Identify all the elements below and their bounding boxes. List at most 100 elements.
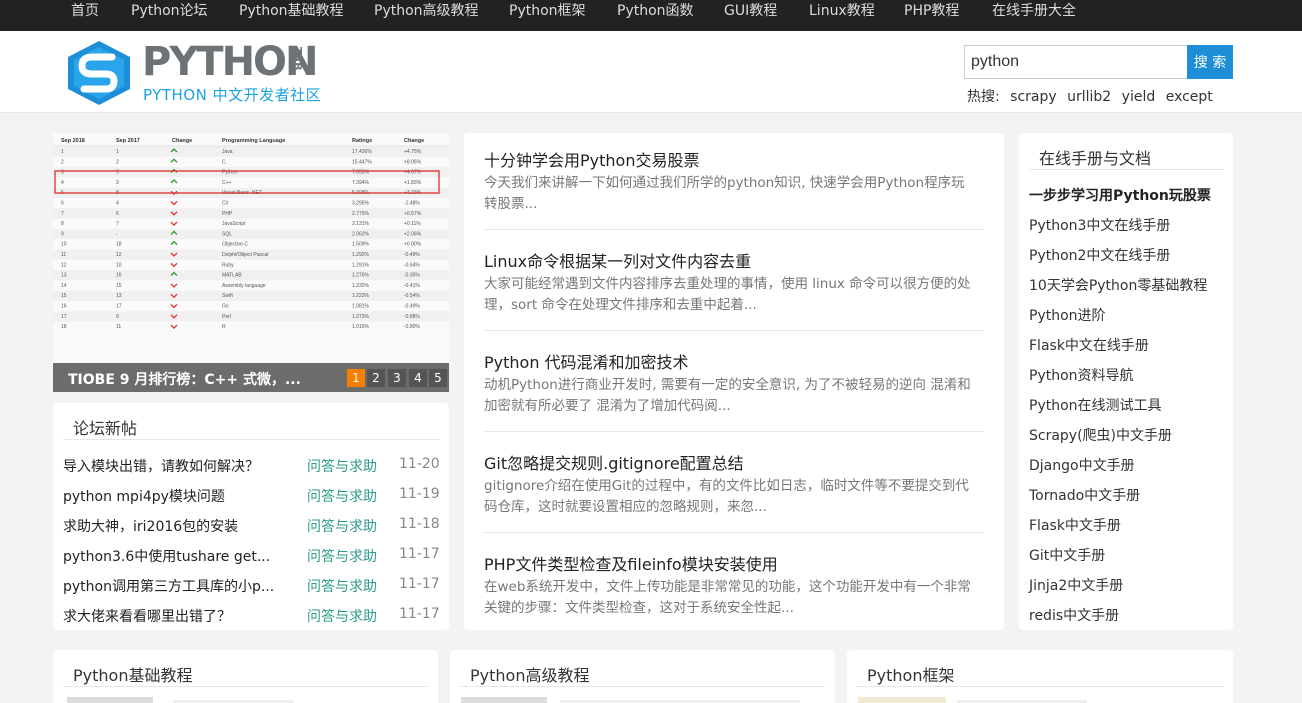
article-title[interactable]: Linux命令根据某一列对文件内容去重 bbox=[484, 248, 751, 272]
table-cell: 8 bbox=[61, 221, 64, 227]
hot-search-link[interactable]: urllib2 bbox=[1067, 89, 1111, 105]
advanced-tutorial-title[interactable]: Python高级教程 bbox=[470, 662, 589, 686]
articles-panel: 十分钟学会用Python交易股票 今天我们来讲解一下如何通过我们所学的python… bbox=[464, 133, 1004, 630]
divider bbox=[460, 686, 825, 687]
slider-page-1[interactable]: 1 bbox=[347, 369, 365, 387]
python-logo-icon[interactable] bbox=[64, 39, 134, 107]
slider-caption[interactable]: TIOBE 9 月排行榜：C++ 式微，... bbox=[68, 369, 301, 389]
table-header: Programming Language bbox=[222, 138, 285, 144]
article-title[interactable]: Git忽略提交规则.gitignore配置总结 bbox=[484, 450, 744, 474]
article-title[interactable]: Python 代码混淆和加密技术 bbox=[484, 349, 689, 373]
table-row-band bbox=[53, 208, 449, 219]
table-cell: 15 bbox=[116, 283, 122, 289]
table-cell: Go bbox=[222, 304, 229, 310]
forum-post-category[interactable]: 问答与求助 bbox=[307, 486, 377, 506]
article-title[interactable]: PHP文件类型检查及fileinfo模块安装使用 bbox=[484, 551, 778, 575]
forum-post-title[interactable]: 求大佬来看看哪里出错了？ bbox=[63, 606, 231, 626]
table-row-band bbox=[53, 290, 449, 301]
forum-post-category[interactable]: 问答与求助 bbox=[307, 606, 377, 626]
manual-link[interactable]: Python2中文在线手册 bbox=[1029, 245, 1170, 265]
forum-post-title[interactable]: python3.6中使用tushare get... bbox=[63, 546, 270, 566]
table-header: Change bbox=[404, 138, 424, 144]
table-cell: +4.75% bbox=[404, 149, 422, 155]
forum-post-title[interactable]: 导入模块出错，请教如何解决？ bbox=[63, 456, 259, 476]
table-cell: -0.35% bbox=[404, 273, 420, 279]
forum-post-date: 11-17 bbox=[399, 546, 440, 562]
nav-item[interactable]: PHP教程 bbox=[904, 0, 959, 31]
forum-post-row: python mpi4py模块问题 问答与求助 11-19 bbox=[63, 480, 440, 510]
table-cell: SQL bbox=[222, 231, 232, 237]
article-title[interactable]: 十分钟学会用Python交易股票 bbox=[484, 147, 699, 171]
thumbnail[interactable] bbox=[461, 697, 547, 703]
table-cell: 1 bbox=[116, 149, 119, 155]
table-cell: 1.223% bbox=[352, 293, 370, 299]
table-cell: +0.00% bbox=[404, 242, 422, 248]
table-cell: 16 bbox=[116, 273, 122, 279]
thumbnail[interactable] bbox=[858, 697, 946, 703]
forum-post-row: python3.6中使用tushare get... 问答与求助 11-17 bbox=[63, 540, 440, 570]
table-cell: 18 bbox=[116, 242, 122, 248]
manual-link[interactable]: redis中文手册 bbox=[1029, 605, 1119, 625]
nav-item[interactable]: Python函数 bbox=[617, 0, 694, 31]
manual-link[interactable]: 一步步学习用Python玩股票 bbox=[1029, 185, 1211, 205]
manual-link[interactable]: Python资料导航 bbox=[1029, 365, 1134, 385]
forum-post-title[interactable]: python调用第三方工具库的小p... bbox=[63, 576, 274, 596]
forum-post-title[interactable]: 求助大神，iri2016包的安装 bbox=[63, 516, 238, 536]
table-row-band bbox=[53, 270, 449, 281]
nav-item[interactable]: Python框架 bbox=[509, 0, 586, 31]
manual-link[interactable]: Python在线测试工具 bbox=[1029, 395, 1162, 415]
table-cell: 1.073% bbox=[352, 314, 370, 320]
manual-link[interactable]: Flask中文手册 bbox=[1029, 515, 1121, 535]
table-cell: 1.016% bbox=[352, 324, 370, 330]
table-cell: Assembly language bbox=[222, 283, 266, 289]
manual-link[interactable]: Python进阶 bbox=[1029, 305, 1106, 325]
thumbnail[interactable] bbox=[67, 697, 153, 703]
table-cell: PHP bbox=[222, 211, 233, 217]
hot-search-link[interactable]: yield bbox=[1122, 89, 1156, 105]
nav-item[interactable]: Python论坛 bbox=[131, 0, 208, 31]
manual-link[interactable]: Django中文手册 bbox=[1029, 455, 1135, 475]
nav-item[interactable]: 在线手册大全 bbox=[992, 0, 1076, 31]
manual-link[interactable]: Python3中文在线手册 bbox=[1029, 215, 1170, 235]
forum-post-category[interactable]: 问答与求助 bbox=[307, 456, 377, 476]
table-cell: Ruby bbox=[222, 262, 234, 268]
search-button[interactable]: 搜 索 bbox=[1187, 45, 1233, 79]
table-cell: 7.394% bbox=[352, 180, 370, 186]
manual-link[interactable]: Jinja2中文手册 bbox=[1029, 575, 1123, 595]
divider bbox=[63, 439, 439, 440]
manual-link[interactable]: Flask中文在线手册 bbox=[1029, 335, 1149, 355]
table-cell: 1 bbox=[61, 149, 64, 155]
search-input[interactable] bbox=[964, 45, 1188, 79]
slider-page-3[interactable]: 3 bbox=[388, 369, 406, 387]
manual-link[interactable]: Git中文手册 bbox=[1029, 545, 1105, 565]
table-cell: 10 bbox=[61, 242, 67, 248]
table-cell: 2.062% bbox=[352, 231, 370, 237]
slider-page-5[interactable]: 5 bbox=[429, 369, 447, 387]
manual-link[interactable]: 10天学会Python零基础教程 bbox=[1029, 275, 1207, 295]
table-header: Sep 2018 bbox=[61, 138, 85, 144]
forum-post-title[interactable]: python mpi4py模块问题 bbox=[63, 486, 225, 506]
table-cell: 3 bbox=[116, 180, 119, 186]
manual-link[interactable]: Scrapy(爬虫)中文手册 bbox=[1029, 425, 1172, 445]
hot-search-link[interactable]: except bbox=[1166, 89, 1213, 105]
nav-item[interactable]: Python基础教程 bbox=[239, 0, 344, 31]
nav-item[interactable]: GUI教程 bbox=[724, 0, 777, 31]
forum-post-category[interactable]: 问答与求助 bbox=[307, 546, 377, 566]
manual-link[interactable]: Tornado中文手册 bbox=[1029, 485, 1140, 505]
nav-item[interactable]: Linux教程 bbox=[809, 0, 875, 31]
table-cell: 17 bbox=[116, 304, 122, 310]
framework-title[interactable]: Python框架 bbox=[867, 662, 954, 686]
featured-slider[interactable]: Sep 2018 Sep 2017 Change Programming Langua… bbox=[53, 133, 449, 392]
slider-page-4[interactable]: 4 bbox=[409, 369, 427, 387]
forum-panel-title: 论坛新帖 bbox=[73, 419, 138, 438]
hot-search-link[interactable]: scrapy bbox=[1010, 89, 1057, 105]
forum-post-category[interactable]: 问答与求助 bbox=[307, 576, 377, 596]
basic-tutorial-title[interactable]: Python基础教程 bbox=[73, 662, 192, 686]
table-cell: 10 bbox=[116, 262, 122, 268]
table-row-band bbox=[53, 228, 449, 240]
nav-item[interactable]: Python高级教程 bbox=[374, 0, 479, 31]
table-row-band bbox=[53, 167, 449, 178]
nav-item[interactable]: 首页 bbox=[71, 0, 99, 31]
slider-page-2[interactable]: 2 bbox=[367, 369, 385, 387]
forum-post-category[interactable]: 问答与求助 bbox=[307, 516, 377, 536]
